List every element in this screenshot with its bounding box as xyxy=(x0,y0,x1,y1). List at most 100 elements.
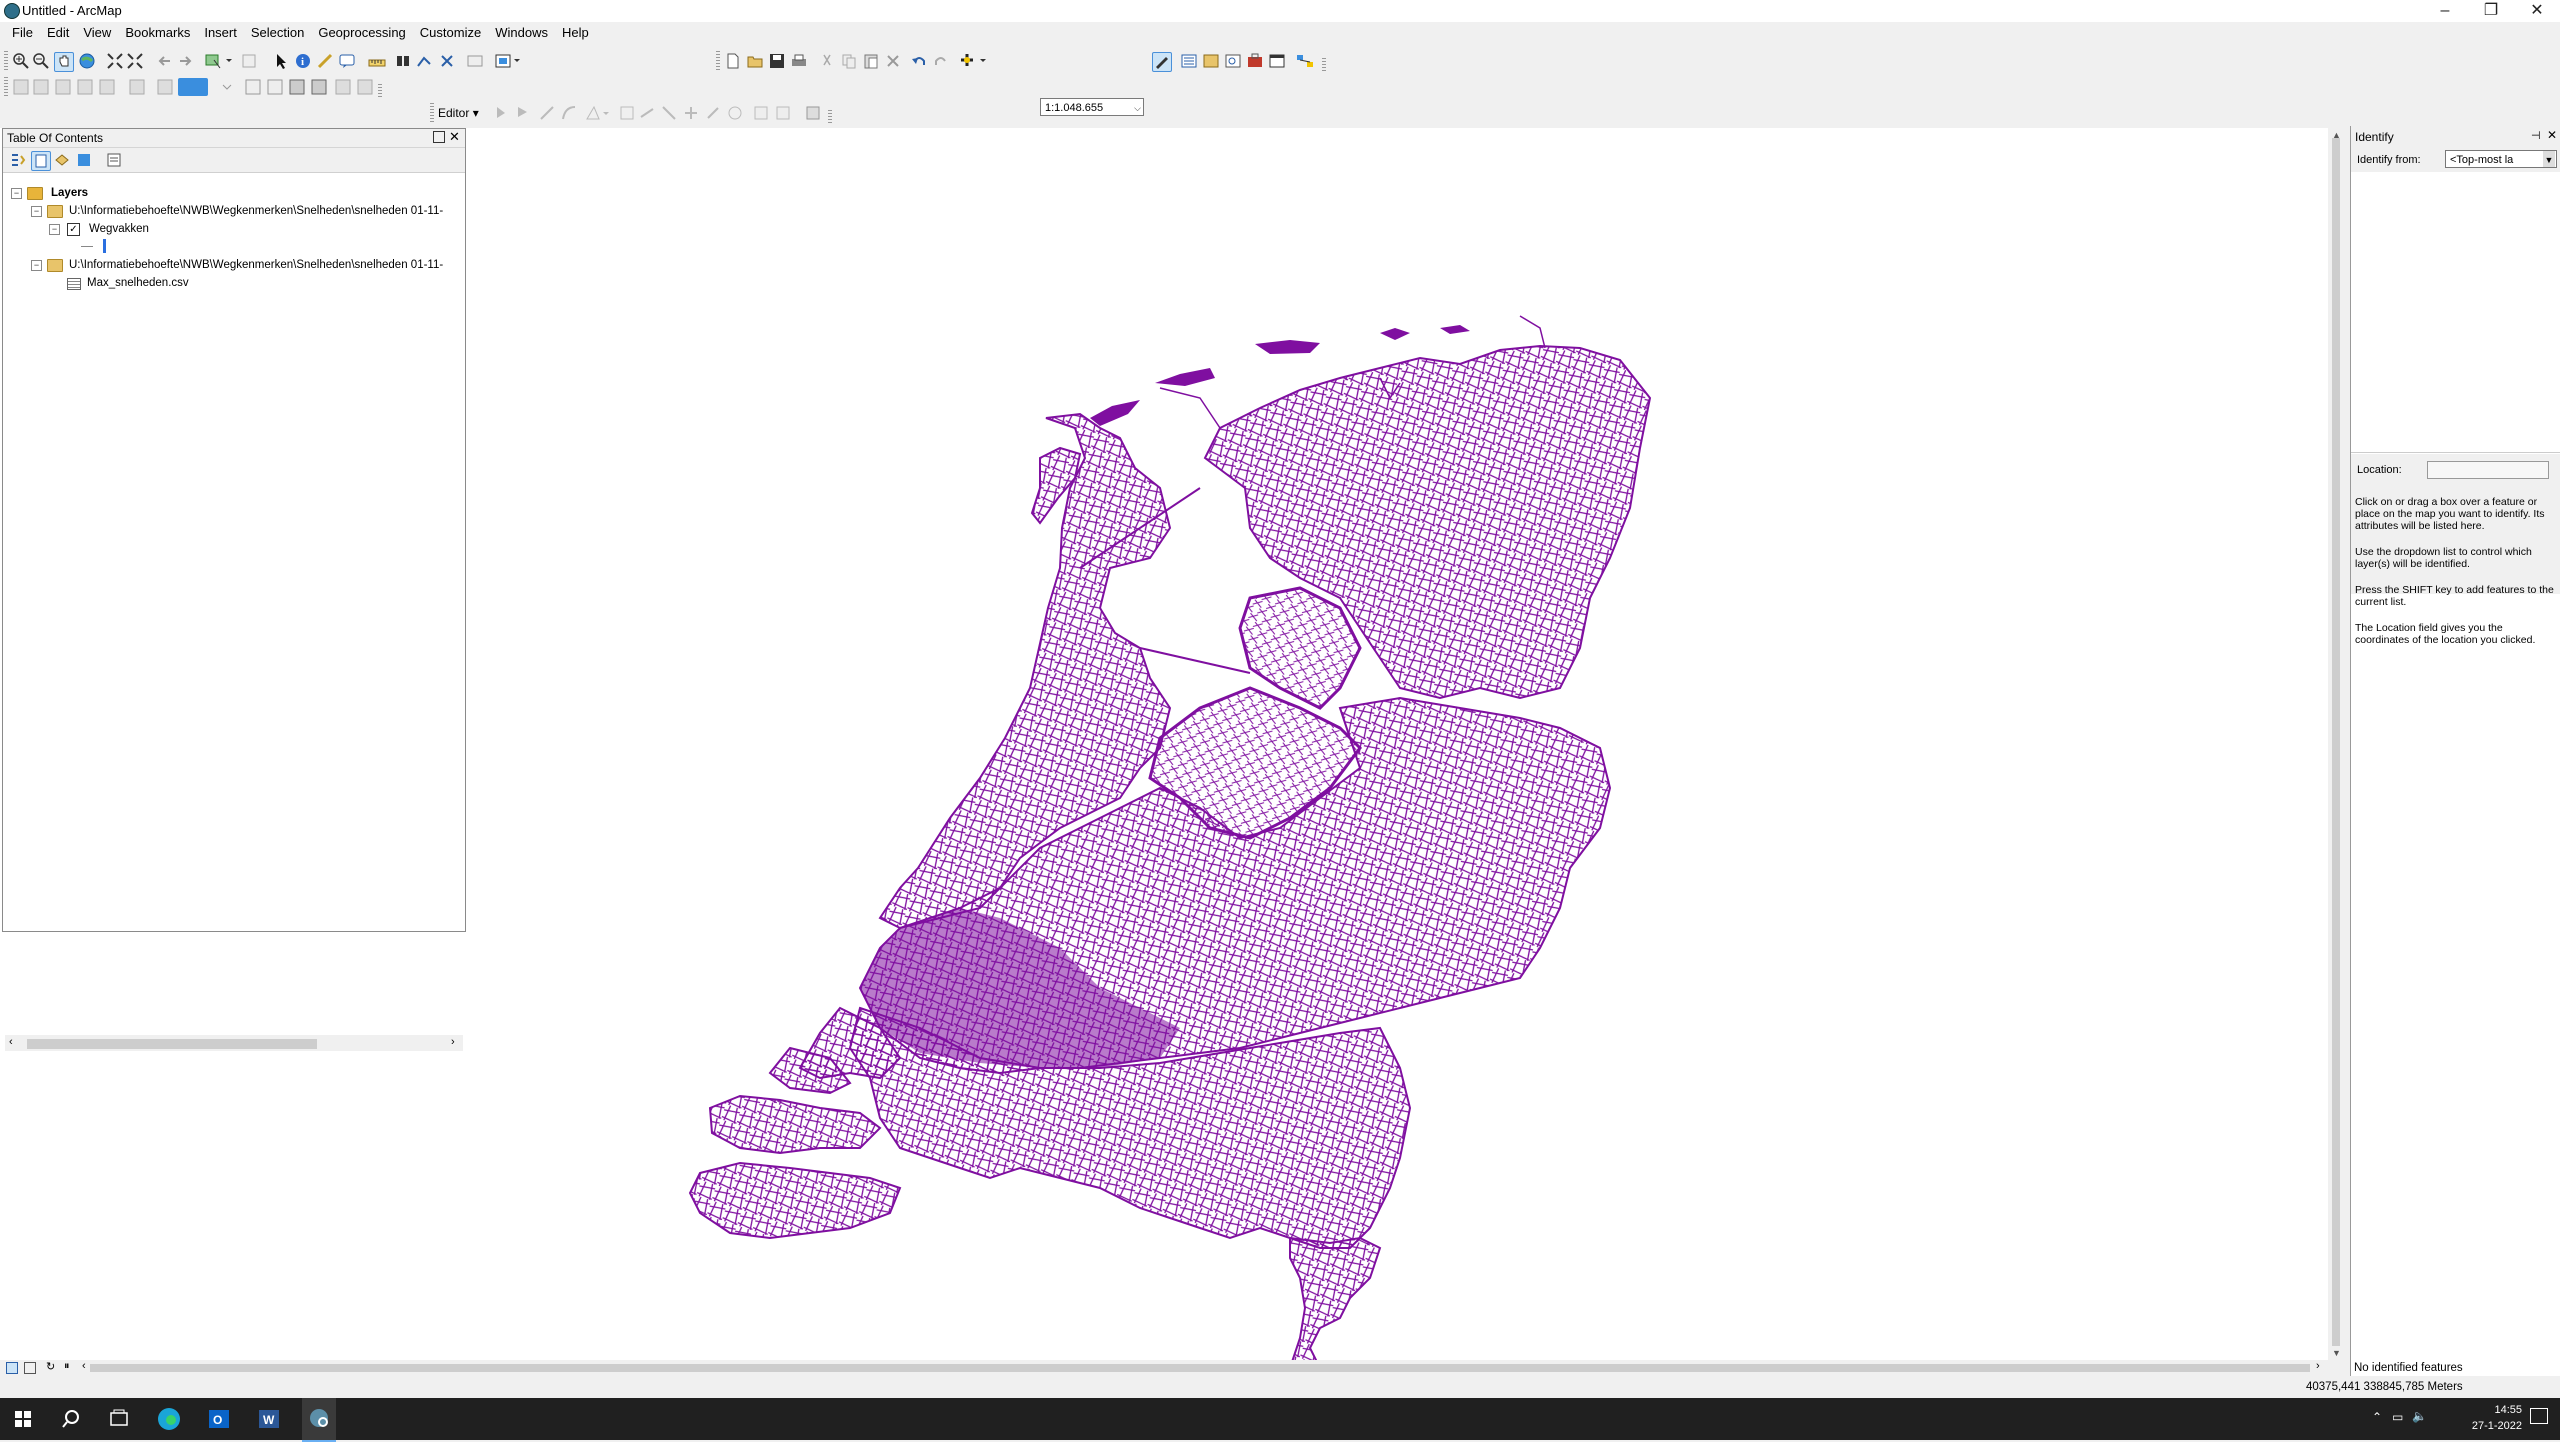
restore-button[interactable]: ❐ xyxy=(2468,0,2514,22)
menu-geoprocessing[interactable]: Geoprocessing xyxy=(311,22,412,44)
construction-tools-icon[interactable] xyxy=(584,104,612,122)
hyperlink-icon[interactable] xyxy=(316,52,334,70)
refresh-icon[interactable]: ↻ xyxy=(46,1360,55,1373)
collapse-icon[interactable]: − xyxy=(11,188,22,199)
select-features-icon[interactable] xyxy=(204,52,234,70)
word-icon[interactable]: W xyxy=(256,1406,282,1432)
redo-icon[interactable] xyxy=(932,52,950,70)
toc-scroll-thumb[interactable] xyxy=(27,1039,317,1049)
clear-selection-icon[interactable] xyxy=(240,52,258,70)
add-data-icon[interactable] xyxy=(960,52,990,70)
list-by-source-icon[interactable] xyxy=(31,151,51,171)
identify-pin-icon[interactable]: ⊣ xyxy=(2531,129,2541,142)
scroll-left-icon[interactable]: ‹ xyxy=(9,1036,13,1048)
toggle-draft-icon[interactable] xyxy=(244,78,262,96)
menu-customize[interactable]: Customize xyxy=(413,22,488,44)
layout-fixed-zoom-icon[interactable] xyxy=(128,78,146,96)
notifications-icon[interactable] xyxy=(2530,1408,2548,1424)
identify-from-select[interactable]: <Top-most la ▼ xyxy=(2445,150,2557,168)
search-icon[interactable] xyxy=(58,1406,84,1432)
collapse-icon[interactable]: − xyxy=(31,260,42,271)
layout-extra-1-icon[interactable] xyxy=(334,78,352,96)
data-driven-pages-icon[interactable] xyxy=(310,78,328,96)
zoom-percent-combobox[interactable] xyxy=(178,78,208,96)
minimize-button[interactable]: – xyxy=(2422,0,2468,22)
map-horizontal-scrollbar[interactable]: › xyxy=(90,1360,2328,1376)
focus-data-frame-icon[interactable] xyxy=(266,78,284,96)
find-icon[interactable] xyxy=(394,52,412,70)
cut-polygons-icon[interactable] xyxy=(660,104,678,122)
layout-pan-icon[interactable] xyxy=(54,78,72,96)
map-horizontal-scroll-thumb[interactable] xyxy=(90,1364,2310,1372)
save-icon[interactable] xyxy=(768,52,786,70)
new-document-icon[interactable] xyxy=(724,52,742,70)
forward-extent-icon[interactable] xyxy=(176,52,194,70)
find-route-icon[interactable] xyxy=(416,52,434,70)
sketch-properties-icon[interactable] xyxy=(752,104,770,122)
open-icon[interactable] xyxy=(746,52,764,70)
delete-icon[interactable] xyxy=(884,52,902,70)
select-elements-icon[interactable] xyxy=(272,52,290,70)
editor-toolbar-toggle-icon[interactable] xyxy=(1152,52,1172,72)
identify-close-icon[interactable]: ✕ xyxy=(2547,128,2557,142)
layout-extra-2-icon[interactable] xyxy=(356,78,374,96)
menu-help[interactable]: Help xyxy=(555,22,596,44)
toc-horizontal-scrollbar[interactable]: ‹ › xyxy=(5,1035,463,1051)
paste-icon[interactable] xyxy=(862,52,880,70)
print-icon[interactable] xyxy=(790,52,808,70)
map-vertical-scrollbar[interactable]: ▲ ▼ xyxy=(2328,128,2344,1360)
zoom-whole-page-icon[interactable] xyxy=(76,78,94,96)
go-to-xy-icon[interactable] xyxy=(438,52,456,70)
edit-annotation-icon[interactable] xyxy=(514,104,532,122)
toc-close-icon[interactable]: ✕ xyxy=(449,129,460,145)
reshape-icon[interactable] xyxy=(638,104,656,122)
toc-autohide-icon[interactable] xyxy=(433,131,445,143)
html-popup-icon[interactable] xyxy=(338,52,356,70)
toc-options-icon[interactable] xyxy=(105,151,123,169)
cut-icon[interactable] xyxy=(818,52,836,70)
table-of-contents-icon[interactable] xyxy=(1180,52,1198,70)
task-view-icon[interactable] xyxy=(106,1406,132,1432)
time-slider-icon[interactable] xyxy=(466,52,484,70)
model-builder-icon[interactable] xyxy=(1296,52,1322,70)
list-by-selection-icon[interactable] xyxy=(75,151,93,169)
search-window-icon[interactable] xyxy=(1224,52,1242,70)
layout-zoom-out-icon[interactable] xyxy=(32,78,50,96)
map-scale-combobox[interactable]: 1:1.048.655 ⌵ xyxy=(1040,98,1144,116)
arctoolbox-icon[interactable] xyxy=(1246,52,1264,70)
identify-icon[interactable]: i xyxy=(294,52,312,70)
chevron-down-icon[interactable]: ▼ xyxy=(2543,151,2555,167)
menu-selection[interactable]: Selection xyxy=(244,22,311,44)
pause-drawing-icon[interactable]: ⏸ xyxy=(64,1360,70,1373)
layout-back-icon[interactable] xyxy=(156,78,174,96)
volume-icon[interactable]: 🔈 xyxy=(2412,1409,2427,1423)
pan-icon[interactable] xyxy=(54,52,74,72)
network-icon[interactable]: ▭ xyxy=(2392,1410,2403,1424)
arcmap-taskbar-icon[interactable] xyxy=(302,1398,336,1442)
list-by-visibility-icon[interactable] xyxy=(53,151,71,169)
menu-view[interactable]: View xyxy=(76,22,118,44)
data-view-icon[interactable] xyxy=(6,1362,18,1374)
zoom-100-icon[interactable] xyxy=(98,78,116,96)
zoom-out-icon[interactable] xyxy=(32,52,50,70)
scroll-right-icon[interactable]: › xyxy=(2316,1360,2320,1372)
zoom-dropdown-icon[interactable] xyxy=(218,78,236,96)
catalog-icon[interactable] xyxy=(1202,52,1220,70)
full-extent-icon[interactable] xyxy=(78,52,96,70)
collapse-icon[interactable]: − xyxy=(49,224,60,235)
fixed-zoom-in-icon[interactable] xyxy=(106,52,124,70)
close-window-button[interactable]: ✕ xyxy=(2514,0,2560,22)
layer-visibility-checkbox[interactable]: ✓ xyxy=(67,223,80,236)
line-symbol-swatch[interactable] xyxy=(103,239,106,253)
identify-results-tree[interactable] xyxy=(2351,172,2560,453)
outlook-icon[interactable]: O xyxy=(206,1406,232,1432)
windows-start-icon[interactable] xyxy=(10,1406,36,1432)
back-extent-icon[interactable] xyxy=(156,52,174,70)
editor-options-icon[interactable] xyxy=(804,104,822,122)
menu-windows[interactable]: Windows xyxy=(488,22,555,44)
scroll-left-icon[interactable]: ‹ xyxy=(82,1360,86,1372)
menu-insert[interactable]: Insert xyxy=(197,22,244,44)
list-by-drawing-order-icon[interactable] xyxy=(9,151,27,169)
rotate-icon[interactable] xyxy=(704,104,722,122)
end-point-arc-icon[interactable] xyxy=(560,104,578,122)
